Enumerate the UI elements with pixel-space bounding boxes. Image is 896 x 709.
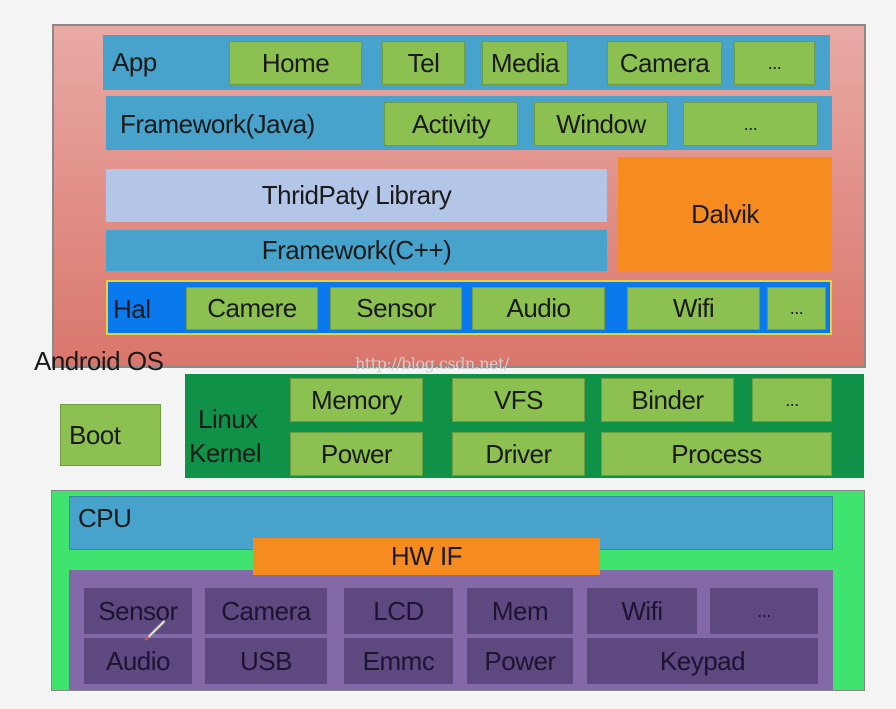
kernel-label-line2: Kernel [189, 438, 262, 468]
hw-more: ... [710, 588, 818, 634]
kernel-memory: Memory [290, 378, 423, 422]
hw-audio: Audio [84, 638, 192, 684]
hw-wifi: Wifi [587, 588, 697, 634]
hw-if: HW IF [253, 538, 600, 575]
boot: Boot [60, 404, 161, 466]
framework-window: Window [534, 102, 668, 146]
watermark: http://blog.csdn.net/ [355, 354, 509, 373]
hal-audio: Audio [472, 287, 605, 330]
android-architecture-diagram: App Home Tel Media Camera ... Framework(… [0, 0, 896, 709]
kernel-label-line1: Linux [198, 404, 258, 434]
framework-activity: Activity [384, 102, 518, 146]
app-tel: Tel [382, 41, 465, 85]
android-os-label: Android OS [34, 346, 164, 376]
hal-wifi: Wifi [627, 287, 760, 330]
hw-sensor: Sensor [84, 588, 192, 634]
hw-usb: USB [205, 638, 327, 684]
kernel-more: ... [752, 378, 832, 422]
hw-mem: Mem [467, 588, 573, 634]
thirdparty-library: ThridPaty Library [106, 169, 607, 222]
hal-camere: Camere [186, 287, 318, 330]
framework-cpp: Framework(C++) [106, 230, 607, 271]
app-home: Home [229, 41, 362, 85]
pen-cursor-icon [144, 619, 166, 641]
cpu-label: CPU [78, 503, 132, 533]
hal-sensor: Sensor [330, 287, 462, 330]
framework-java-label: Framework(Java) [120, 109, 315, 139]
hal-label: Hal [113, 294, 151, 324]
app-media: Media [482, 41, 568, 85]
hw-camera: Camera [205, 588, 327, 634]
kernel-vfs: VFS [452, 378, 585, 422]
kernel-process: Process [601, 432, 832, 476]
kernel-binder: Binder [601, 378, 734, 422]
dalvik: Dalvik [618, 157, 832, 271]
app-camera: Camera [607, 41, 722, 85]
app-label: App [112, 47, 157, 77]
framework-more: ... [683, 102, 818, 146]
kernel-power: Power [290, 432, 423, 476]
hw-keypad: Keypad [587, 638, 818, 684]
hal-more: ... [767, 287, 826, 330]
hw-lcd: LCD [344, 588, 453, 634]
kernel-driver: Driver [452, 432, 585, 476]
hw-power: Power [467, 638, 573, 684]
hw-emmc: Emmc [344, 638, 453, 684]
app-more: ... [734, 41, 815, 85]
